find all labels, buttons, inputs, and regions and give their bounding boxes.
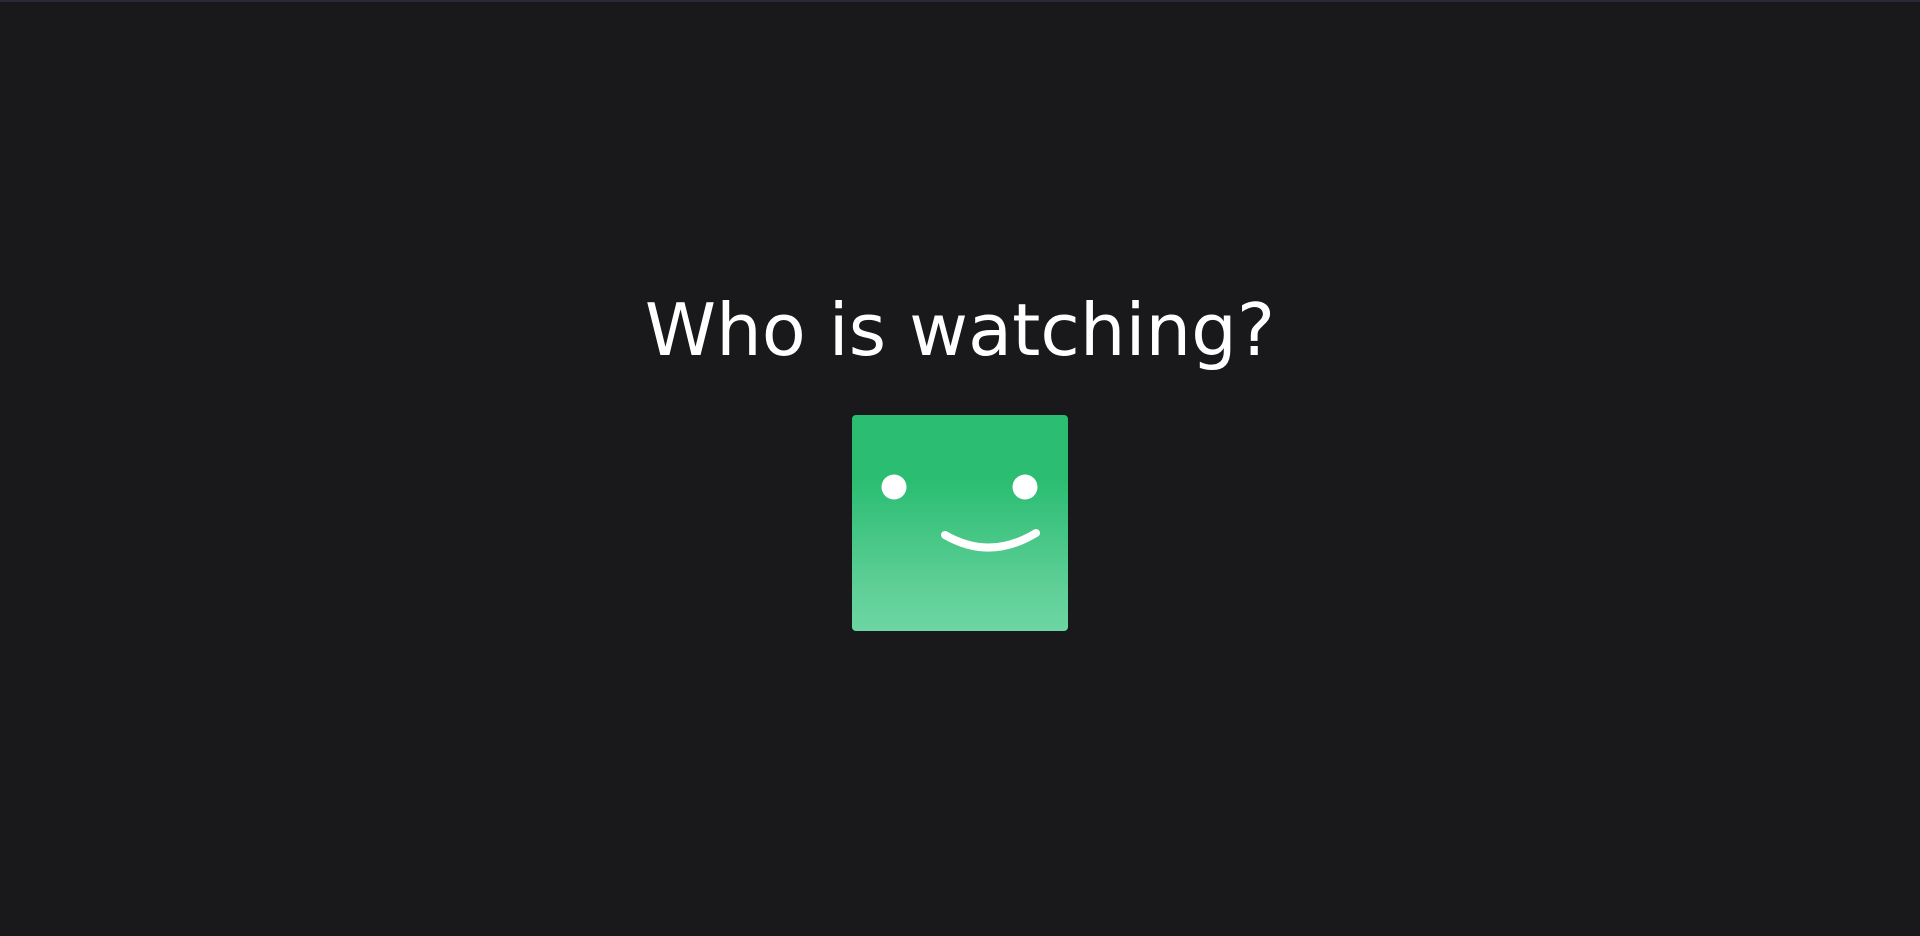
top-border — [0, 0, 1920, 2]
smiley-face-icon — [881, 474, 1040, 552]
left-eye — [881, 474, 907, 500]
profile-selection-page: Who is watching? — [0, 0, 1920, 936]
smile-mouth — [941, 529, 1040, 552]
profile-avatar-button[interactable] — [852, 415, 1068, 631]
right-eye — [1012, 474, 1038, 500]
page-title: Who is watching? — [644, 288, 1276, 372]
